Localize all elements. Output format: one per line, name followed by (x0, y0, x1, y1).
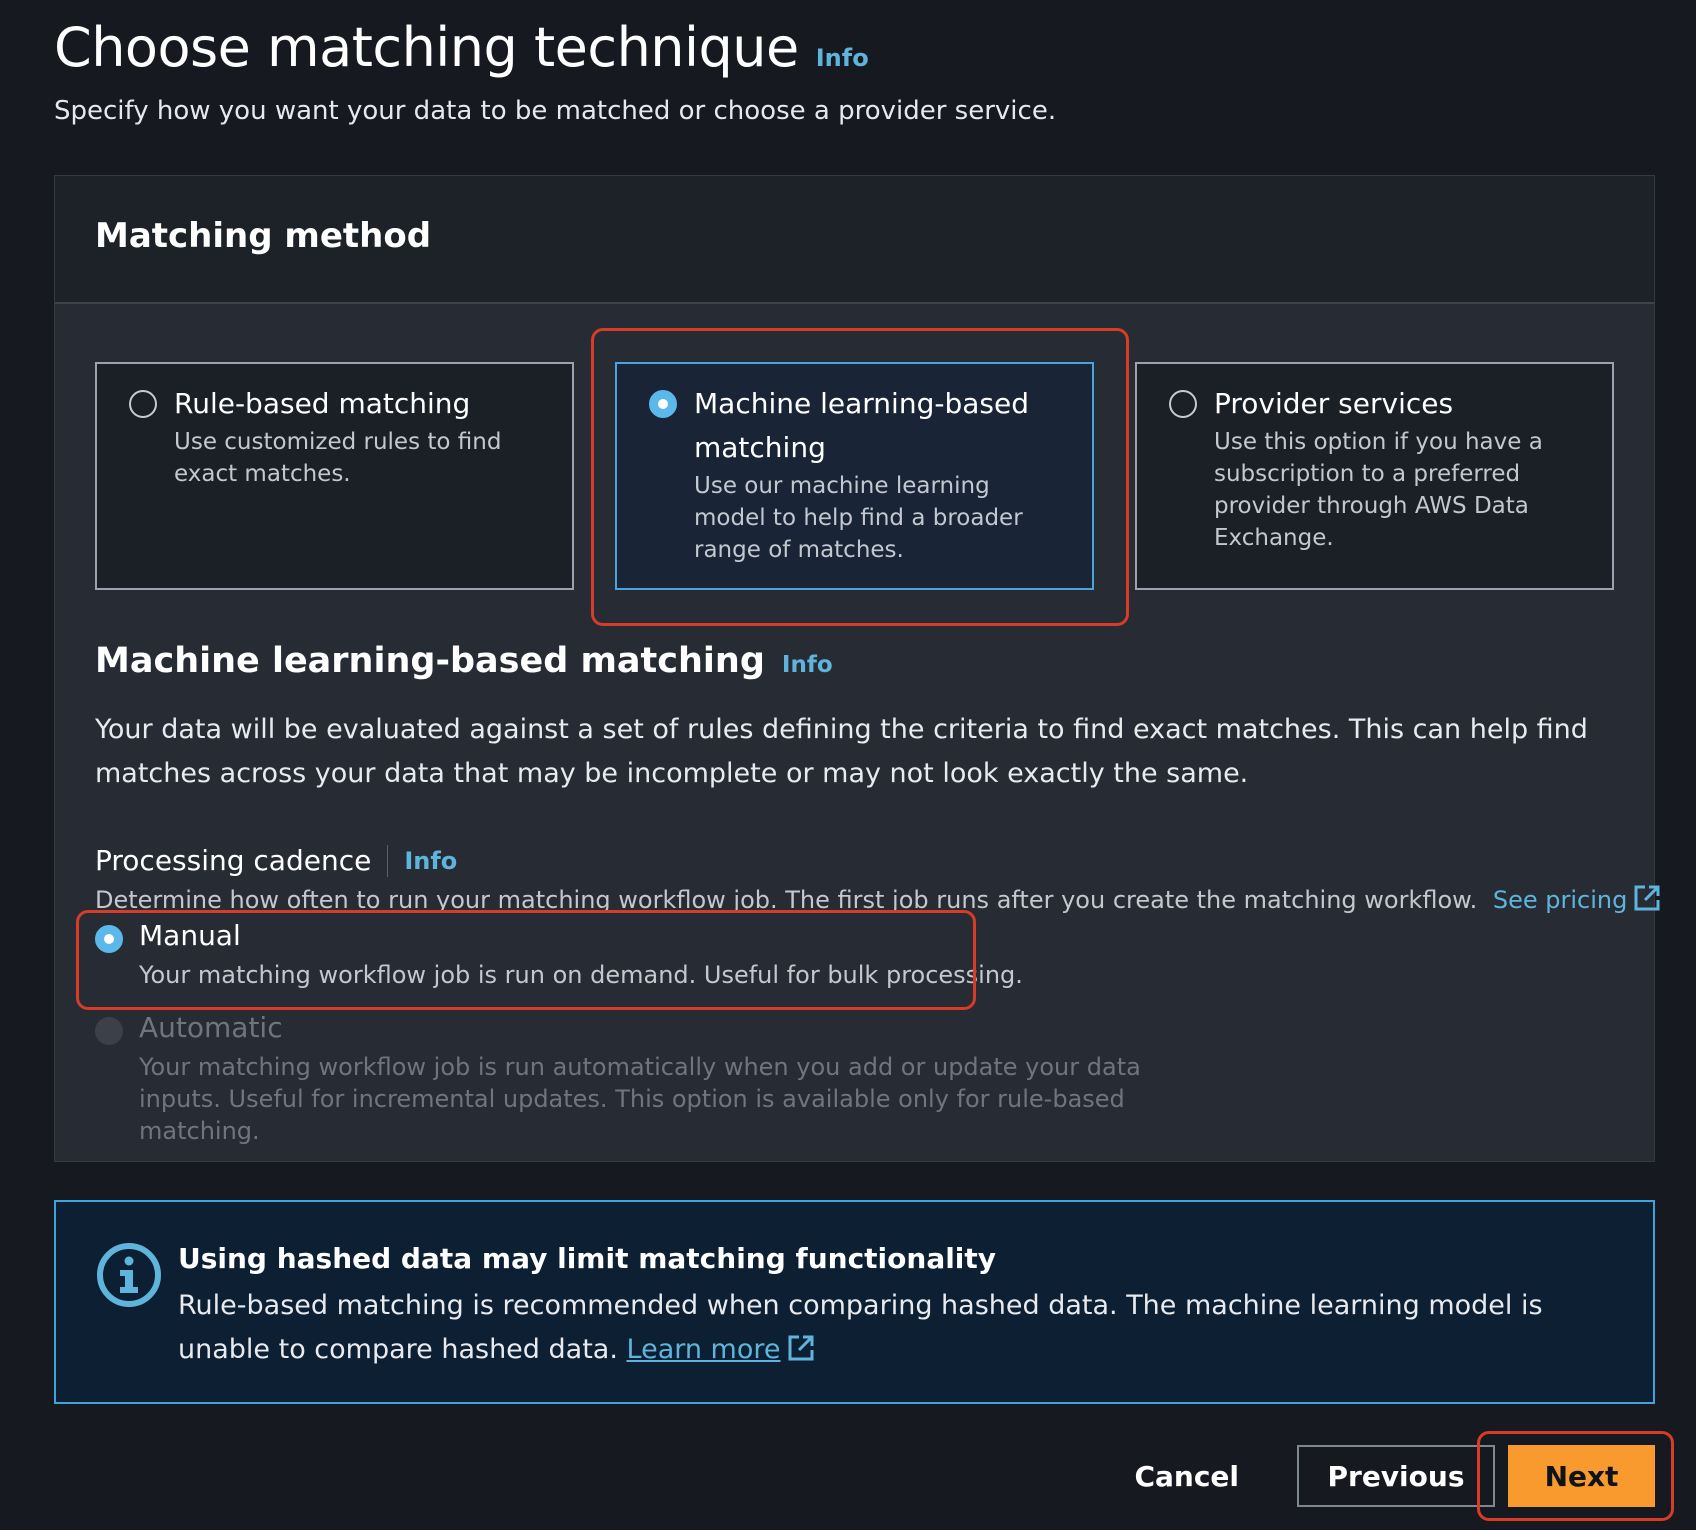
alert-body-text: Rule-based matching is recommended when … (178, 1290, 1543, 1365)
external-link-icon (1634, 885, 1660, 911)
radio-provider-services[interactable] (1169, 390, 1197, 418)
alert-body: Rule-based matching is recommended when … (178, 1284, 1628, 1372)
info-alert: Using hashed data may limit matching fun… (54, 1200, 1655, 1404)
cadence-manual-label: Manual (139, 919, 241, 952)
tile-rule-based-title: Rule-based matching (174, 387, 471, 420)
see-pricing-link[interactable]: See pricing (1492, 885, 1661, 914)
processing-cadence-label: Processing cadence (95, 844, 372, 877)
radio-manual[interactable] (95, 925, 123, 953)
wizard-actions: Cancel Previous Next (1134, 1445, 1655, 1507)
processing-cadence-description-text: Determine how often to run your matching… (95, 886, 1478, 914)
container-header: Matching method (55, 176, 1654, 304)
ml-section-title: Machine learning-based matching (95, 641, 765, 681)
page-title-info-link[interactable]: Info (816, 44, 869, 72)
tile-provider-services[interactable]: Provider services Use this option if you… (1135, 362, 1614, 590)
cadence-automatic-label: Automatic (139, 1011, 283, 1044)
processing-cadence-info-link[interactable]: Info (404, 847, 457, 875)
radio-rule-based[interactable] (129, 390, 157, 418)
matching-method-heading: Matching method (95, 216, 432, 256)
cadence-automatic-description: Your matching workflow job is run automa… (139, 1053, 1141, 1145)
next-button[interactable]: Next (1508, 1445, 1655, 1507)
radio-automatic (95, 1017, 123, 1045)
external-link-icon[interactable] (787, 1334, 815, 1362)
alert-title: Using hashed data may limit matching fun… (178, 1242, 997, 1275)
ml-section-info-link[interactable]: Info (782, 652, 833, 678)
tile-ml-based[interactable]: Machine learning-based matching Use our … (615, 362, 1094, 590)
see-pricing-label: See pricing (1492, 886, 1628, 914)
tile-ml-based-title: Machine learning-based matching (694, 387, 1029, 464)
tile-ml-based-description: Use our machine learning model to help f… (694, 473, 1023, 563)
radio-ml-based[interactable] (649, 390, 677, 418)
learn-more-link[interactable]: Learn more (627, 1334, 781, 1365)
page-description: Specify how you want your data to be mat… (54, 96, 1057, 126)
processing-cadence-header: Processing cadence Info (95, 844, 457, 877)
tile-provider-services-title: Provider services (1214, 387, 1454, 420)
cadence-manual-description: Your matching workflow job is run on dem… (139, 961, 1023, 989)
info-icon (97, 1243, 161, 1307)
previous-button[interactable]: Previous (1297, 1445, 1495, 1507)
learn-more-label: Learn more (626, 1334, 781, 1365)
tile-rule-based-description: Use customized rules to find exact match… (174, 429, 502, 487)
tile-rule-based[interactable]: Rule-based matching Use customized rules… (95, 362, 574, 590)
tile-provider-services-description: Use this option if you have a subscripti… (1214, 429, 1543, 551)
ml-section-header: Machine learning-based matching Info (95, 641, 833, 681)
processing-cadence-description: Determine how often to run your matching… (95, 884, 1661, 914)
ml-section-description: Your data will be evaluated against a se… (95, 714, 1588, 789)
cancel-button[interactable]: Cancel (1134, 1460, 1239, 1493)
page-title: Choose matching technique (54, 16, 799, 79)
divider (387, 844, 389, 877)
page-header: Choose matching technique Info (54, 16, 869, 79)
matching-method-container: Matching method Rule-based matching Use … (54, 175, 1660, 1162)
